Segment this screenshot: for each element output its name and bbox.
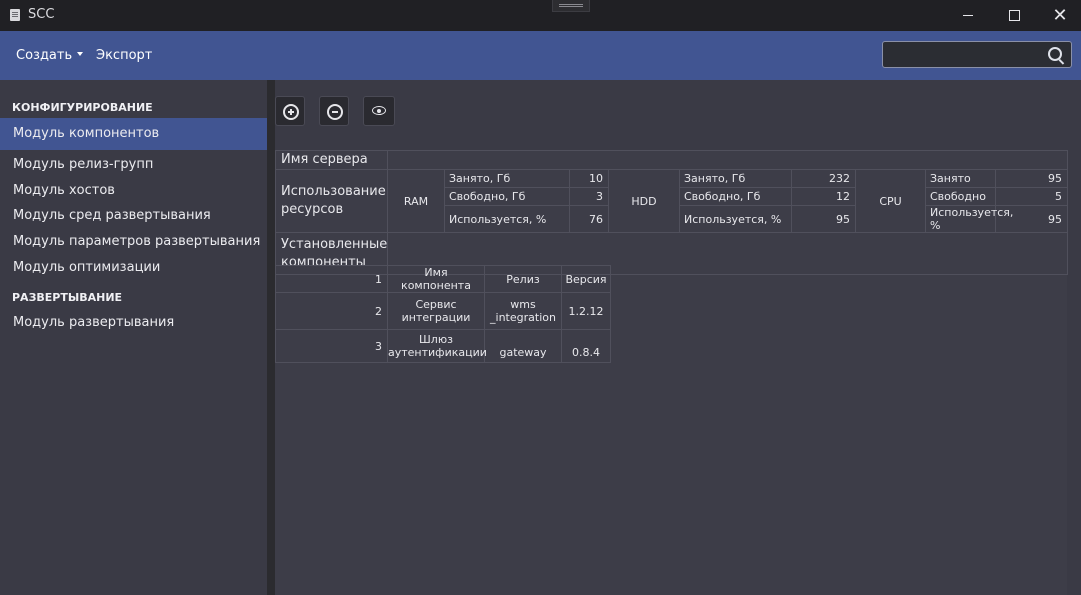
row-number: 1 bbox=[275, 265, 388, 293]
component-name-cell: Сервис интеграции bbox=[387, 292, 485, 330]
cpu-value: 5 bbox=[994, 187, 1069, 206]
maximize-icon bbox=[1008, 10, 1020, 21]
hdd-key: Используется, % bbox=[679, 205, 792, 233]
eye-icon bbox=[372, 106, 386, 115]
create-menu-label: Создать bbox=[16, 48, 73, 63]
ram-label: RAM bbox=[387, 169, 445, 233]
sidebar-item-environments[interactable]: Модуль сред развертывания bbox=[0, 203, 267, 229]
maximize-button[interactable] bbox=[991, 0, 1037, 31]
main-content: Имя сервера Использование ресурсов RAM З… bbox=[275, 80, 1081, 595]
close-button[interactable]: ✕ bbox=[1037, 0, 1081, 31]
cpu-key: Свободно bbox=[925, 187, 996, 206]
release-cell: gateway bbox=[484, 329, 562, 363]
title-bar: SCC ✕ bbox=[0, 0, 1081, 31]
ram-key: Свободно, Гб bbox=[444, 187, 570, 206]
resources-label: Использование ресурсов bbox=[275, 169, 388, 233]
search-input[interactable] bbox=[889, 45, 1043, 66]
search-icon[interactable] bbox=[1048, 47, 1062, 61]
sidebar: КОНФИГУРИРОВАНИЕ Модуль компонентов Моду… bbox=[0, 80, 267, 595]
server-name-label: Имя сервера bbox=[275, 150, 388, 170]
add-button[interactable] bbox=[275, 96, 305, 126]
view-button[interactable] bbox=[363, 96, 395, 126]
cpu-value: 95 bbox=[994, 169, 1069, 188]
cpu-key: Занято bbox=[925, 169, 996, 188]
app-icon bbox=[10, 9, 20, 21]
table-row[interactable]: 3 Шлюз аутентификации gateway 0.8.4 bbox=[275, 329, 611, 363]
minimize-icon bbox=[963, 15, 973, 16]
minimize-button[interactable] bbox=[945, 0, 991, 31]
cpu-label: CPU bbox=[855, 169, 926, 233]
component-name-cell: Шлюз аутентификации bbox=[387, 329, 487, 363]
hdd-label: HDD bbox=[608, 169, 680, 233]
ram-key: Используется, % bbox=[444, 205, 570, 233]
ram-key: Занято, Гб bbox=[444, 169, 570, 188]
table-row[interactable]: 2 Сервис интеграции wms _integration 1.2… bbox=[275, 292, 611, 330]
section-header-configuration: КОНФИГУРИРОВАНИЕ bbox=[12, 101, 153, 114]
create-menu[interactable]: Создать bbox=[16, 48, 84, 63]
minus-circle-icon bbox=[327, 104, 343, 120]
sidebar-item-deployment[interactable]: Модуль развертывания bbox=[0, 310, 267, 336]
menu-bar: Создать Экспорт bbox=[0, 31, 1081, 80]
server-info-table: Имя сервера Использование ресурсов RAM З… bbox=[275, 150, 1069, 275]
row-number: 2 bbox=[275, 292, 388, 330]
version-cell: 0.8.4 bbox=[561, 329, 611, 363]
hdd-key: Занято, Гб bbox=[679, 169, 792, 188]
hdd-value: 12 bbox=[791, 187, 856, 206]
sidebar-item-hosts[interactable]: Модуль хостов bbox=[0, 178, 267, 204]
close-icon: ✕ bbox=[1052, 5, 1068, 26]
search-box[interactable] bbox=[882, 41, 1072, 68]
table-row[interactable]: 1 Имя компонента Релиз Версия bbox=[275, 265, 611, 293]
server-info-panel: Имя сервера Использование ресурсов RAM З… bbox=[275, 150, 1069, 595]
ram-value: 3 bbox=[569, 187, 609, 206]
sidebar-item-optimization[interactable]: Модуль оптимизации bbox=[0, 255, 267, 281]
window-title: SCC bbox=[28, 7, 55, 22]
sidebar-item-components[interactable]: Модуль компонентов bbox=[0, 118, 267, 150]
section-header-deployment: РАЗВЕРТЫВАНИЕ bbox=[12, 291, 123, 304]
server-name-value bbox=[386, 150, 1069, 170]
sidebar-splitter[interactable] bbox=[267, 80, 275, 595]
sidebar-item-deploy-params[interactable]: Модуль параметров развертывания bbox=[0, 229, 267, 255]
version-cell: 1.2.12 bbox=[561, 292, 611, 330]
export-menu[interactable]: Экспорт bbox=[96, 48, 152, 63]
hdd-key: Свободно, Гб bbox=[679, 187, 792, 206]
chevron-down-icon bbox=[77, 51, 84, 56]
release-cell: wms _integration bbox=[484, 292, 562, 330]
ram-value: 76 bbox=[569, 205, 609, 233]
cpu-key: Используется, % bbox=[925, 205, 1013, 233]
components-table: 1 Имя компонента Релиз Версия 2 Сервис и… bbox=[275, 265, 611, 363]
sidebar-item-release-groups[interactable]: Модуль релиз-групп bbox=[0, 152, 267, 178]
drag-grip-icon[interactable] bbox=[552, 0, 590, 12]
row-number: 3 bbox=[275, 329, 388, 363]
release-cell: Релиз bbox=[484, 265, 562, 293]
hdd-value: 232 bbox=[791, 169, 856, 188]
hdd-value: 95 bbox=[791, 205, 856, 233]
ram-value: 10 bbox=[569, 169, 609, 188]
version-cell: Версия bbox=[561, 265, 611, 293]
component-name-cell: Имя компонента bbox=[387, 265, 485, 293]
remove-button[interactable] bbox=[319, 96, 349, 126]
plus-circle-icon bbox=[283, 104, 299, 120]
